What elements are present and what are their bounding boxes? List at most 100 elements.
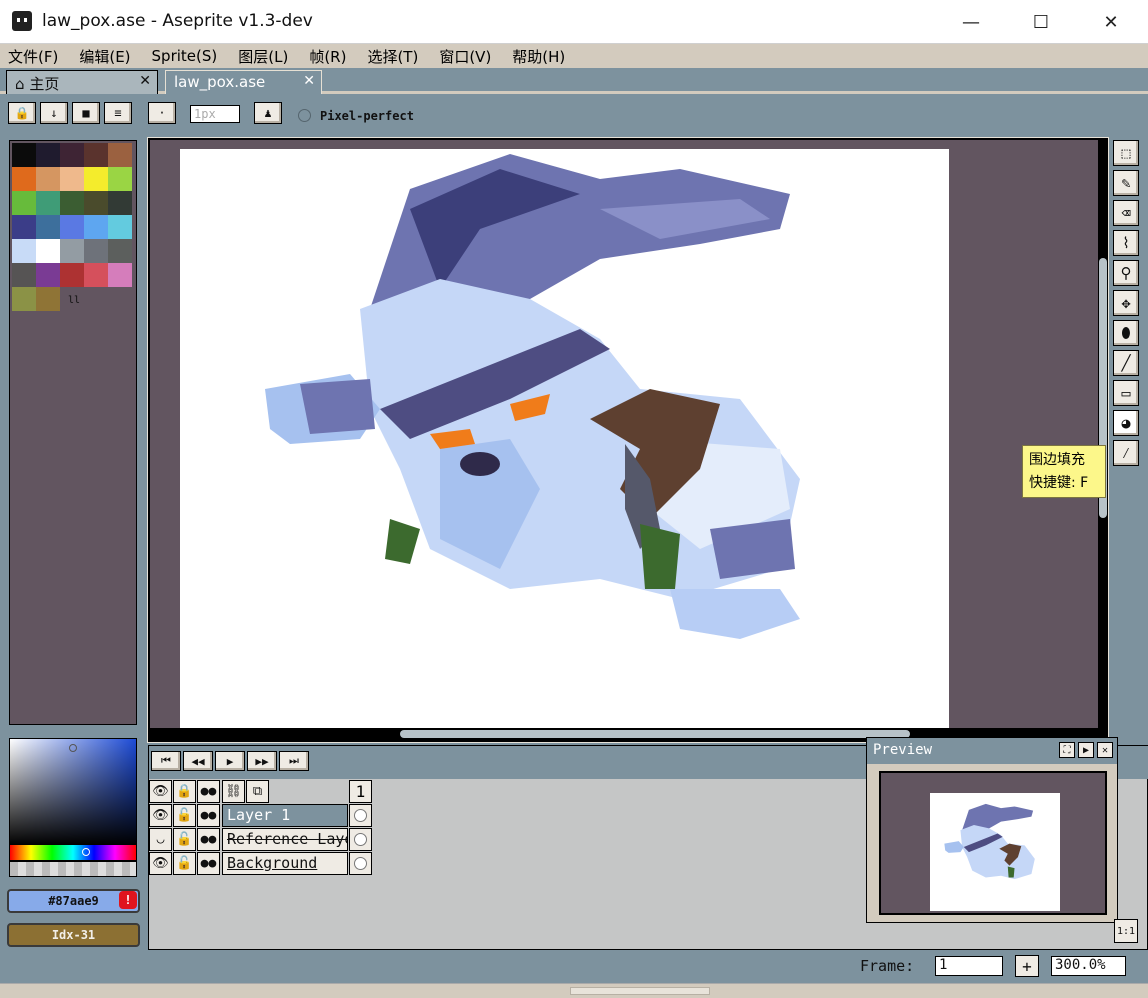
- palette-swatch[interactable]: [60, 167, 84, 191]
- palette-swatch[interactable]: [84, 143, 108, 167]
- visibility-header-icon[interactable]: 👁: [149, 780, 172, 803]
- zoom-1-1-button[interactable]: 1:1: [1114, 919, 1138, 943]
- sprite-editor[interactable]: [147, 137, 1109, 743]
- palette-swatch[interactable]: [36, 143, 60, 167]
- rectangle-tool-icon[interactable]: ▭: [1113, 380, 1139, 406]
- tab-law-pox[interactable]: law_pox.ase ✕: [165, 70, 322, 94]
- minimize-button[interactable]: —: [936, 0, 1006, 44]
- unlock-icon[interactable]: 🔓: [173, 804, 196, 827]
- palette-swatch[interactable]: [108, 167, 132, 191]
- arrow-down-icon[interactable]: ↓: [40, 102, 68, 124]
- layer-row[interactable]: 👁 🔓 ●● Background: [149, 852, 373, 876]
- eye-closed-icon[interactable]: ◡: [149, 828, 172, 851]
- eye-icon[interactable]: 👁: [149, 852, 172, 875]
- palette-resize-handle[interactable]: ll: [68, 295, 80, 306]
- unlock-icon[interactable]: 🔓: [173, 852, 196, 875]
- palette-swatch[interactable]: [84, 191, 108, 215]
- menu-layer[interactable]: 图层(L): [238, 46, 288, 67]
- palette-swatch[interactable]: [84, 215, 108, 239]
- window-bottom-scrollbar[interactable]: [0, 983, 1148, 998]
- palette-swatch[interactable]: [60, 191, 84, 215]
- palette-swatch[interactable]: [36, 263, 60, 287]
- alpha-slider[interactable]: [9, 861, 137, 877]
- next-frame-button[interactable]: ▶▶: [247, 751, 277, 771]
- palette-swatch[interactable]: [60, 263, 84, 287]
- layer-name-reference[interactable]: Reference Layer: [222, 828, 348, 851]
- last-frame-button[interactable]: ⏭: [279, 751, 309, 771]
- pencil-tool-icon[interactable]: ✎: [1113, 170, 1139, 196]
- palette-swatch[interactable]: [36, 167, 60, 191]
- palette-swatch[interactable]: [36, 239, 60, 263]
- close-window-button[interactable]: ✕: [1076, 0, 1146, 44]
- palette-swatch[interactable]: [12, 167, 36, 191]
- line-tool-icon[interactable]: ╱: [1113, 350, 1139, 376]
- menu-sprite[interactable]: Sprite(S): [152, 47, 218, 65]
- eraser-tool-icon[interactable]: ⌫: [1113, 200, 1139, 226]
- spectrum-cursor[interactable]: [69, 744, 77, 752]
- menu-frame[interactable]: 帧(R): [309, 46, 346, 67]
- palette-swatch[interactable]: [84, 239, 108, 263]
- menu-help[interactable]: 帮助(H): [512, 46, 565, 67]
- blur-tool-icon[interactable]: ⁄: [1113, 440, 1139, 466]
- palette-swatch[interactable]: [12, 263, 36, 287]
- prev-frame-button[interactable]: ◀◀: [183, 751, 213, 771]
- brush-type-icon[interactable]: ·: [148, 102, 176, 124]
- palette-swatch[interactable]: [12, 191, 36, 215]
- vertical-scrollbar[interactable]: [1098, 138, 1108, 742]
- brush-size-input[interactable]: 1px: [190, 105, 240, 123]
- continuous-icon[interactable]: ●●: [197, 804, 220, 827]
- menu-edit[interactable]: 编辑(E): [79, 46, 130, 67]
- unlock-icon[interactable]: 🔓: [173, 828, 196, 851]
- lock-header-icon[interactable]: 🔒: [173, 780, 196, 803]
- palette-swatch[interactable]: [84, 263, 108, 287]
- pixel-perfect-checkbox[interactable]: [298, 109, 311, 122]
- palette-swatch[interactable]: [60, 215, 84, 239]
- tab-home-close-icon[interactable]: ✕: [139, 73, 151, 89]
- palette-swatch[interactable]: [12, 239, 36, 263]
- color-spectrum[interactable]: [9, 738, 137, 846]
- brush-options-icon[interactable]: ≡: [104, 102, 132, 124]
- first-frame-button[interactable]: ⏮: [151, 751, 181, 771]
- ink-type-icon[interactable]: ♟: [254, 102, 282, 124]
- move-tool-icon[interactable]: ✥: [1113, 290, 1139, 316]
- menu-file[interactable]: 文件(F): [8, 46, 58, 67]
- contour-tool-icon[interactable]: ◕: [1113, 410, 1139, 436]
- layer-name-background[interactable]: Background: [222, 852, 348, 875]
- preview-close-icon[interactable]: ✕: [1097, 742, 1113, 758]
- palette-swatch[interactable]: [12, 215, 36, 239]
- hue-cursor[interactable]: [82, 848, 90, 856]
- palette-swatch[interactable]: [84, 167, 108, 191]
- palette-swatch[interactable]: [12, 143, 36, 167]
- continuous-icon[interactable]: ●●: [197, 828, 220, 851]
- warning-icon[interactable]: !: [119, 891, 137, 909]
- menu-select[interactable]: 选择(T): [367, 46, 418, 67]
- continuous-header-icon[interactable]: ●●: [197, 780, 220, 803]
- palette-swatch[interactable]: [36, 191, 60, 215]
- layer-name-layer-1[interactable]: Layer 1: [222, 804, 348, 827]
- layer-row[interactable]: 👁 🔓 ●● Layer 1: [149, 804, 373, 828]
- eye-icon[interactable]: 👁: [149, 804, 172, 827]
- zoom-tool-icon[interactable]: ⚲: [1113, 260, 1139, 286]
- preview-viewport[interactable]: [879, 771, 1107, 915]
- brush-square-icon[interactable]: ■: [72, 102, 100, 124]
- fill-tool-icon[interactable]: ⬮: [1113, 320, 1139, 346]
- play-button[interactable]: ▶: [215, 751, 245, 771]
- add-frame-button[interactable]: +: [1015, 955, 1039, 977]
- palette-swatch[interactable]: [36, 215, 60, 239]
- preview-play-icon[interactable]: ▶: [1078, 742, 1094, 758]
- layer-row[interactable]: ◡ 🔓 ●● Reference Layer: [149, 828, 373, 852]
- horizontal-scroll-thumb[interactable]: [400, 730, 910, 738]
- tab-file-close-icon[interactable]: ✕: [303, 73, 315, 89]
- hue-slider[interactable]: [9, 845, 137, 861]
- palette-swatch[interactable]: [108, 263, 132, 287]
- preview-titlebar[interactable]: Preview ⛶ ▶ ✕: [867, 738, 1117, 764]
- palette-swatch[interactable]: [108, 239, 132, 263]
- sprite-canvas[interactable]: [180, 149, 949, 728]
- link-icon[interactable]: ⛓: [222, 780, 245, 803]
- palette-swatch[interactable]: [108, 143, 132, 167]
- frame-1-header[interactable]: 1: [349, 780, 372, 803]
- cel-layer-1-frame-1[interactable]: [349, 804, 372, 827]
- palette-swatch[interactable]: [60, 143, 84, 167]
- palette-swatch[interactable]: [108, 191, 132, 215]
- eyedropper-tool-icon[interactable]: ⌇: [1113, 230, 1139, 256]
